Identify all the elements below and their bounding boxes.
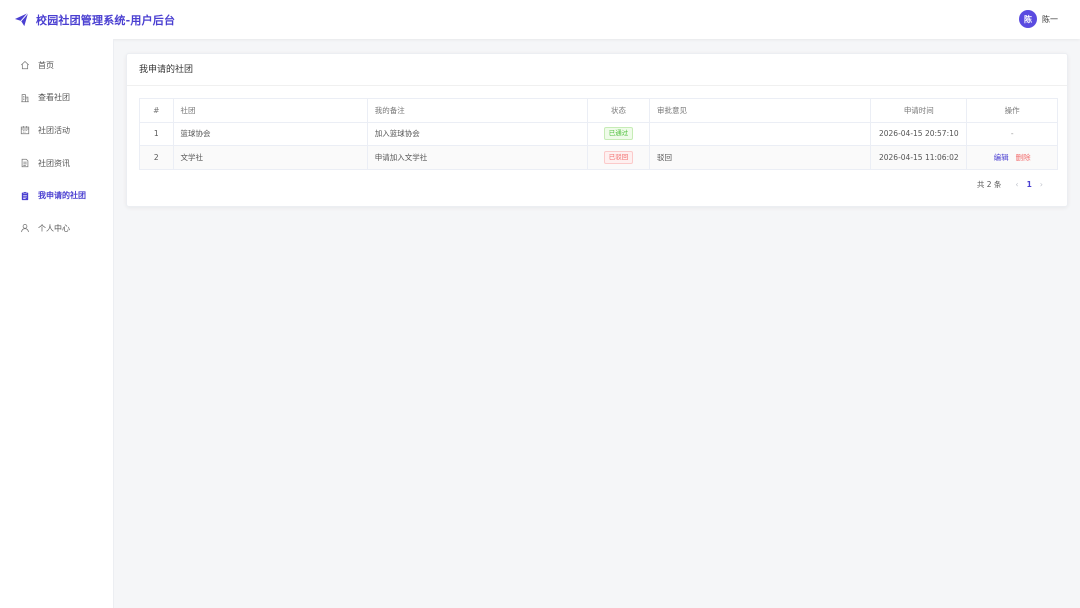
username[interactable]: 陈一	[1042, 14, 1058, 25]
edit-button[interactable]: 编辑	[994, 153, 1009, 162]
applications-card: 我申请的社团 # 社团 我的备注 状态 审批意见 申请时间 操作 1 篮球协会 …	[126, 53, 1068, 207]
sidebar-item-label: 我申请的社团	[38, 191, 86, 201]
approval-opinion: 驳回	[649, 145, 872, 169]
pagination: 共 2 条 ‹ 1 ›	[977, 179, 1051, 190]
apply-time: 2026-04-15 20:57:10	[870, 122, 968, 146]
my-note: 加入篮球协会	[367, 122, 588, 146]
user-menu[interactable]: 陈 陈一	[1019, 10, 1058, 28]
column-header: 操作	[966, 99, 1057, 123]
home-icon	[20, 61, 30, 70]
sidebar-item-label: 个人中心	[38, 223, 70, 233]
delete-button[interactable]: 删除	[1016, 153, 1031, 162]
column-header: #	[140, 99, 174, 123]
column-header: 状态	[587, 99, 651, 123]
club-name: 篮球协会	[173, 122, 368, 146]
clipboard-icon	[21, 191, 29, 200]
app-title: 校园社团管理系统-用户后台	[36, 14, 176, 27]
row-index: 1	[140, 122, 174, 146]
chevron-right-icon[interactable]: ›	[1040, 180, 1043, 189]
column-header: 审批意见	[649, 99, 872, 123]
status-cell: 已驳回	[587, 145, 651, 169]
row-index: 2	[140, 145, 174, 169]
table-header-row: # 社团 我的备注 状态 审批意见 申请时间 操作	[140, 99, 1057, 123]
calendar-icon	[20, 126, 30, 135]
club-name: 文学社	[173, 145, 368, 169]
card-title: 我申请的社团	[127, 54, 1067, 86]
applications-table: # 社团 我的备注 状态 审批意见 申请时间 操作 1 篮球协会 加入篮球协会 …	[139, 98, 1058, 170]
sidebar-item-news[interactable]: 社团资讯	[0, 147, 113, 180]
sidebar-item-label: 社团活动	[38, 125, 70, 135]
apply-time: 2026-04-15 11:06:02	[870, 145, 968, 169]
pagination-total: 共 2 条	[976, 180, 1002, 189]
column-header: 我的备注	[367, 99, 588, 123]
status-cell: 已通过	[587, 122, 651, 146]
action-cell: -	[966, 122, 1057, 146]
table-row: 1 篮球协会 加入篮球协会 已通过 2026-04-15 20:57:10 -	[140, 122, 1057, 146]
top-header: 校园社团管理系统-用户后台 陈 陈一	[0, 0, 1080, 39]
chevron-left-icon[interactable]: ‹	[1015, 180, 1018, 189]
sidebar-item-profile[interactable]: 个人中心	[0, 212, 113, 245]
action-cell: 编辑 删除	[966, 145, 1057, 169]
column-header: 申请时间	[870, 99, 968, 123]
sidebar-item-label: 社团资讯	[38, 158, 70, 168]
my-note: 申请加入文学社	[367, 145, 588, 169]
avatar[interactable]: 陈	[1019, 10, 1037, 28]
sidebar: 首页 查看社团 社团活动 社团资讯 我申请的社团 个人中心	[0, 39, 114, 608]
status-badge: 已通过	[603, 127, 634, 141]
sidebar-item-my-applications[interactable]: 我申请的社团	[0, 179, 113, 212]
sidebar-item-activities[interactable]: 社团活动	[0, 114, 113, 147]
document-icon	[21, 158, 29, 168]
sidebar-item-label: 首页	[38, 60, 54, 70]
building-icon	[21, 94, 29, 103]
column-header: 社团	[173, 99, 368, 123]
status-badge: 已驳回	[603, 150, 634, 164]
pagination-page-1[interactable]: 1	[1027, 180, 1032, 189]
paper-plane-icon	[14, 12, 29, 27]
sidebar-item-home[interactable]: 首页	[0, 49, 113, 82]
table-row: 2 文学社 申请加入文学社 已驳回 驳回 2026-04-15 11:06:02…	[140, 145, 1057, 169]
user-icon	[21, 224, 29, 233]
approval-opinion	[649, 122, 872, 146]
sidebar-item-view-clubs[interactable]: 查看社团	[0, 82, 113, 115]
sidebar-item-label: 查看社团	[38, 93, 70, 103]
